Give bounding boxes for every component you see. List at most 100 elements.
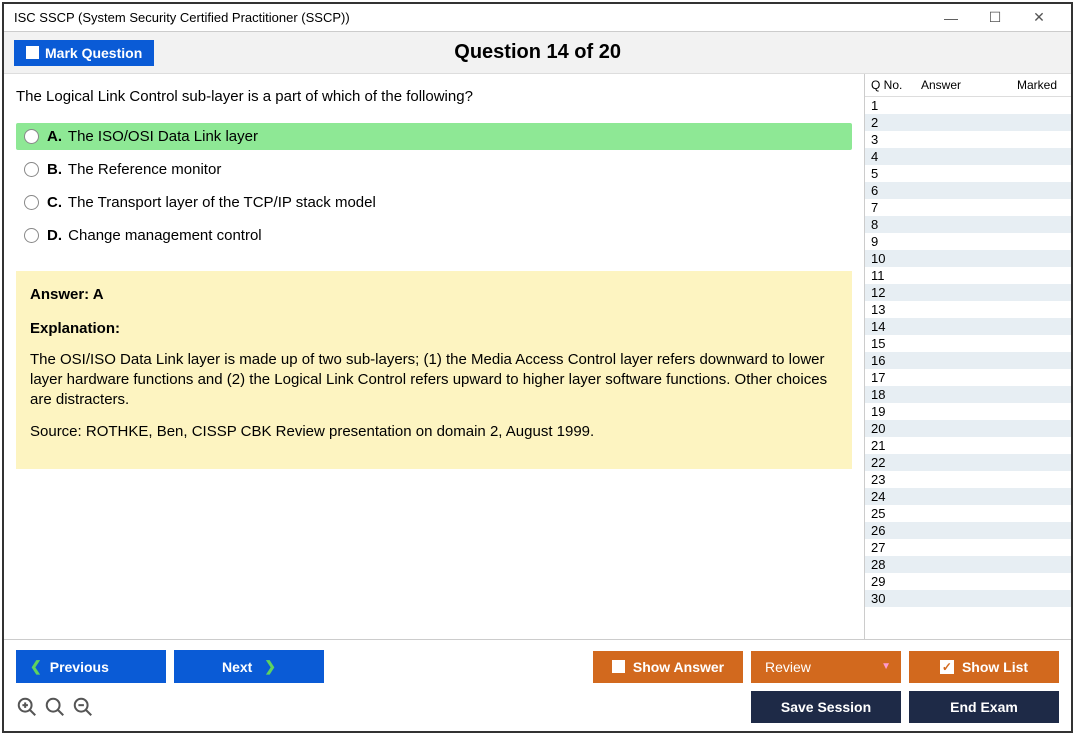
list-answer bbox=[911, 166, 1025, 181]
list-qno: 25 bbox=[871, 506, 911, 521]
list-row[interactable]: 29 bbox=[865, 573, 1071, 590]
close-button[interactable]: ✕ bbox=[1017, 4, 1061, 32]
option-letter: A. bbox=[47, 128, 62, 145]
list-marked bbox=[1025, 387, 1065, 402]
list-qno: 4 bbox=[871, 149, 911, 164]
list-answer bbox=[911, 302, 1025, 317]
list-qno: 21 bbox=[871, 438, 911, 453]
list-answer bbox=[911, 506, 1025, 521]
list-row[interactable]: 26 bbox=[865, 522, 1071, 539]
zoom-reset-icon[interactable] bbox=[44, 696, 66, 718]
list-answer bbox=[911, 268, 1025, 283]
option-b[interactable]: B. The Reference monitor bbox=[16, 156, 852, 183]
zoom-controls bbox=[16, 696, 94, 718]
option-text: Change management control bbox=[68, 227, 261, 244]
review-label: Review bbox=[765, 659, 811, 675]
list-marked bbox=[1025, 591, 1065, 606]
question-list[interactable]: 1234567891011121314151617181920212223242… bbox=[865, 97, 1071, 639]
save-session-button[interactable]: Save Session bbox=[751, 691, 901, 723]
col-header-answer: Answer bbox=[911, 78, 1009, 92]
list-row[interactable]: 17 bbox=[865, 369, 1071, 386]
list-row[interactable]: 22 bbox=[865, 454, 1071, 471]
list-row[interactable]: 9 bbox=[865, 233, 1071, 250]
list-answer bbox=[911, 200, 1025, 215]
list-answer bbox=[911, 251, 1025, 266]
list-row[interactable]: 7 bbox=[865, 199, 1071, 216]
list-row[interactable]: 28 bbox=[865, 556, 1071, 573]
list-row[interactable]: 30 bbox=[865, 590, 1071, 607]
mark-question-button[interactable]: Mark Question bbox=[14, 40, 154, 66]
next-button[interactable]: Next ❯ bbox=[174, 650, 324, 683]
radio-icon bbox=[24, 129, 39, 144]
list-row[interactable]: 4 bbox=[865, 148, 1071, 165]
list-row[interactable]: 25 bbox=[865, 505, 1071, 522]
window-controls: — ☐ ✕ bbox=[929, 4, 1061, 32]
list-row[interactable]: 27 bbox=[865, 539, 1071, 556]
list-answer bbox=[911, 336, 1025, 351]
show-answer-button[interactable]: Show Answer bbox=[593, 651, 743, 683]
option-a[interactable]: A. The ISO/OSI Data Link layer bbox=[16, 123, 852, 150]
list-row[interactable]: 23 bbox=[865, 471, 1071, 488]
explanation-text-1: The OSI/ISO Data Link layer is made up o… bbox=[30, 350, 838, 411]
list-row[interactable]: 21 bbox=[865, 437, 1071, 454]
list-row[interactable]: 15 bbox=[865, 335, 1071, 352]
list-row[interactable]: 20 bbox=[865, 420, 1071, 437]
list-answer bbox=[911, 115, 1025, 130]
list-marked bbox=[1025, 574, 1065, 589]
list-marked bbox=[1025, 540, 1065, 555]
list-row[interactable]: 19 bbox=[865, 403, 1071, 420]
radio-icon bbox=[24, 195, 39, 210]
list-marked bbox=[1025, 438, 1065, 453]
list-answer bbox=[911, 438, 1025, 453]
list-row[interactable]: 8 bbox=[865, 216, 1071, 233]
list-answer bbox=[911, 285, 1025, 300]
next-label: Next bbox=[222, 659, 252, 675]
list-row[interactable]: 18 bbox=[865, 386, 1071, 403]
list-row[interactable]: 14 bbox=[865, 318, 1071, 335]
minimize-button[interactable]: — bbox=[929, 4, 973, 32]
list-row[interactable]: 13 bbox=[865, 301, 1071, 318]
list-marked bbox=[1025, 115, 1065, 130]
list-row[interactable]: 11 bbox=[865, 267, 1071, 284]
list-marked bbox=[1025, 353, 1065, 368]
list-qno: 8 bbox=[871, 217, 911, 232]
show-list-button[interactable]: ✓ Show List bbox=[909, 651, 1059, 683]
maximize-button[interactable]: ☐ bbox=[973, 4, 1017, 32]
list-marked bbox=[1025, 285, 1065, 300]
header-bar: Mark Question Question 14 of 20 bbox=[4, 32, 1071, 74]
option-text: The Transport layer of the TCP/IP stack … bbox=[68, 194, 376, 211]
list-marked bbox=[1025, 506, 1065, 521]
list-marked bbox=[1025, 455, 1065, 470]
list-answer bbox=[911, 404, 1025, 419]
option-c[interactable]: C. The Transport layer of the TCP/IP sta… bbox=[16, 189, 852, 216]
list-row[interactable]: 1 bbox=[865, 97, 1071, 114]
list-row[interactable]: 12 bbox=[865, 284, 1071, 301]
list-row[interactable]: 6 bbox=[865, 182, 1071, 199]
list-row[interactable]: 5 bbox=[865, 165, 1071, 182]
list-row[interactable]: 24 bbox=[865, 488, 1071, 505]
mark-question-label: Mark Question bbox=[45, 45, 142, 61]
list-row[interactable]: 16 bbox=[865, 352, 1071, 369]
list-qno: 1 bbox=[871, 98, 911, 113]
review-dropdown[interactable]: Review ▼ bbox=[751, 651, 901, 683]
show-list-label: Show List bbox=[962, 659, 1028, 675]
list-qno: 22 bbox=[871, 455, 911, 470]
previous-button[interactable]: ❮ Previous bbox=[16, 650, 166, 683]
zoom-out-icon[interactable] bbox=[72, 696, 94, 718]
zoom-in-icon[interactable] bbox=[16, 696, 38, 718]
list-row[interactable]: 3 bbox=[865, 131, 1071, 148]
end-exam-button[interactable]: End Exam bbox=[909, 691, 1059, 723]
list-row[interactable]: 2 bbox=[865, 114, 1071, 131]
list-marked bbox=[1025, 98, 1065, 113]
list-marked bbox=[1025, 370, 1065, 385]
option-d[interactable]: D. Change management control bbox=[16, 222, 852, 249]
list-row[interactable]: 10 bbox=[865, 250, 1071, 267]
list-qno: 12 bbox=[871, 285, 911, 300]
list-marked bbox=[1025, 251, 1065, 266]
list-answer bbox=[911, 574, 1025, 589]
list-answer bbox=[911, 455, 1025, 470]
list-header: Q No. Answer Marked bbox=[865, 74, 1071, 97]
list-answer bbox=[911, 557, 1025, 572]
list-marked bbox=[1025, 268, 1065, 283]
radio-icon bbox=[24, 162, 39, 177]
